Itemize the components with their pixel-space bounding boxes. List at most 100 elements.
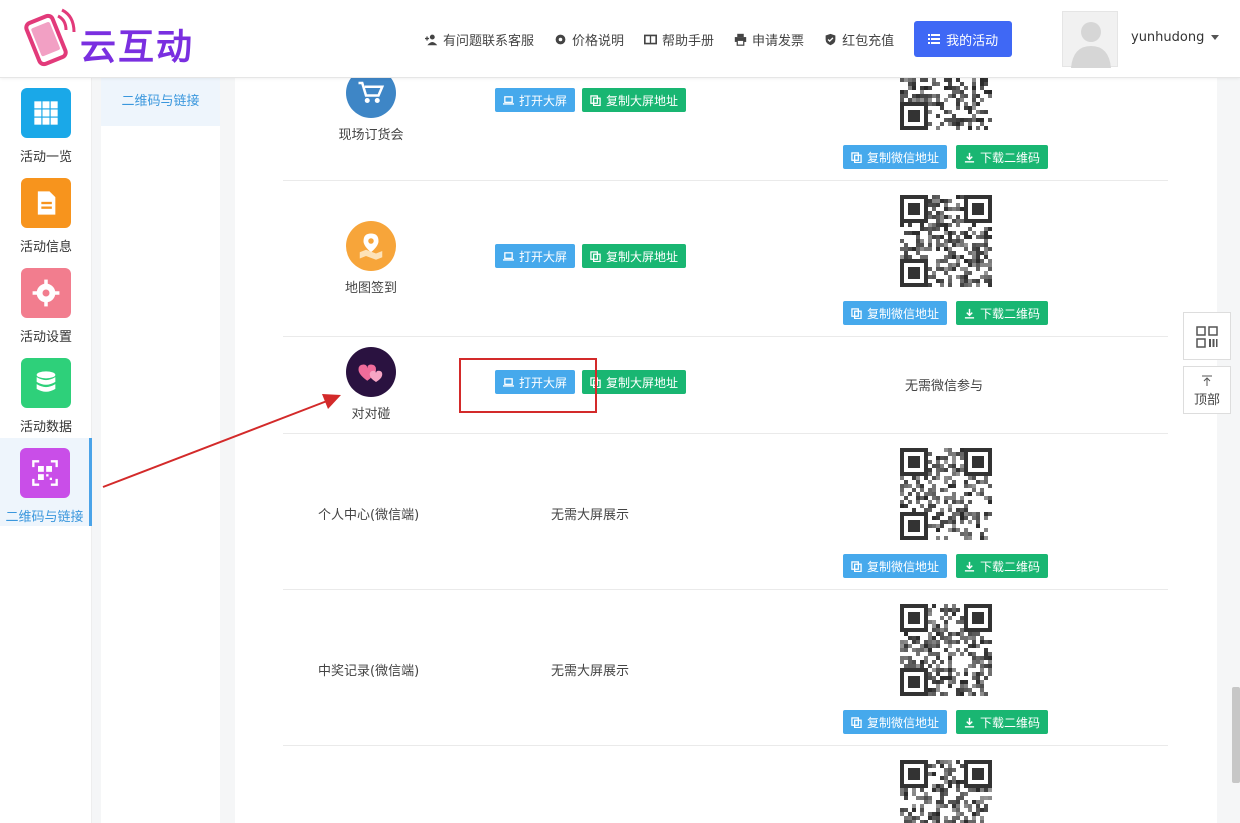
logo-text: 云互动 bbox=[80, 27, 195, 68]
my-activity-button[interactable]: 我的活动 bbox=[914, 21, 1013, 57]
copy-icon bbox=[851, 560, 862, 572]
subnav-item-qrcode[interactable]: 二维码与链接 bbox=[101, 78, 220, 126]
button-label: 复制微信地址 bbox=[867, 559, 940, 574]
sidebar-item-info[interactable]: 活动信息 bbox=[0, 168, 92, 256]
table-row: 中奖记录(微信端) 无需大屏展示 复制微信地址 下载二维码 bbox=[283, 590, 1168, 746]
qrcode-image bbox=[900, 78, 992, 130]
button-label: 下载二维码 bbox=[980, 150, 1041, 165]
avatar[interactable] bbox=[1062, 11, 1118, 68]
qrcode-icon bbox=[1196, 326, 1218, 348]
no-screen-text: 无需大屏展示 bbox=[551, 664, 630, 679]
copy-wechat-url-button[interactable]: 复制微信地址 bbox=[843, 145, 948, 169]
button-label: 复制大屏地址 bbox=[606, 375, 679, 390]
copy-icon bbox=[590, 94, 601, 106]
nav-label: 价格说明 bbox=[572, 33, 625, 49]
download-qrcode-button[interactable]: 下载二维码 bbox=[956, 301, 1049, 325]
table-row: 个人中心(微信端) 无需大屏展示 复制微信地址 下载二维码 bbox=[283, 434, 1168, 590]
qrcode-image bbox=[900, 448, 992, 540]
copy-screen-url-button[interactable]: 复制大屏地址 bbox=[582, 244, 687, 268]
sidebar-item-data[interactable]: 活动数据 bbox=[0, 348, 92, 436]
copy-icon bbox=[851, 307, 862, 319]
nav-invoice[interactable]: 申请发票 bbox=[734, 30, 804, 49]
download-icon bbox=[964, 561, 975, 572]
row-name-cell: 地图签到 bbox=[283, 221, 459, 296]
grid-icon bbox=[21, 88, 71, 138]
top-nav: 有问题联系客服 价格说明 帮助手册 申请发票 红包充值 我的活动 bbox=[425, 0, 1013, 78]
button-label: 下载二维码 bbox=[980, 715, 1041, 730]
nav-label: 红包充值 bbox=[842, 33, 895, 49]
sidebar-item-label: 活动一览 bbox=[19, 150, 72, 165]
download-qrcode-button[interactable]: 下载二维码 bbox=[956, 145, 1049, 169]
qrcode-icon bbox=[19, 448, 70, 498]
download-qrcode-button[interactable]: 下载二维码 bbox=[956, 710, 1049, 734]
open-screen-button[interactable]: 打开大屏 bbox=[495, 88, 576, 112]
copy-icon bbox=[590, 250, 601, 262]
button-label: 打开大屏 bbox=[519, 249, 568, 264]
row-name: 个人中心(微信端) bbox=[318, 508, 420, 523]
download-qrcode-button[interactable]: 下载二维码 bbox=[956, 554, 1049, 578]
sidebar-item-settings[interactable]: 活动设置 bbox=[0, 258, 92, 346]
qrcode-link-table: 现场订货会 打开大屏 复制大屏地址 复制微信地址 下载二维码 地图签到 打开大屏… bbox=[235, 78, 1217, 823]
button-label: 复制大屏地址 bbox=[606, 249, 679, 264]
shield-icon bbox=[825, 33, 836, 45]
button-label: 复制微信地址 bbox=[867, 150, 940, 165]
my-activity-label: 我的活动 bbox=[946, 33, 999, 49]
sidebar-item-label: 二维码与链接 bbox=[5, 510, 84, 525]
qrcode-float-button[interactable] bbox=[1183, 312, 1231, 360]
sub-nav: 二维码与链接 bbox=[101, 78, 220, 823]
sidebar: 活动一览 活动信息 活动设置 活动数据 二维码与链接 bbox=[0, 78, 92, 823]
nav-help-manual[interactable]: 帮助手册 bbox=[644, 30, 714, 49]
user-menu[interactable]: yunhudong bbox=[1131, 30, 1220, 45]
back-to-top-label: 顶部 bbox=[1193, 393, 1220, 408]
username: yunhudong bbox=[1131, 30, 1205, 45]
download-icon bbox=[964, 152, 975, 163]
qrcode-image bbox=[900, 604, 992, 696]
row-name: 中奖记录(微信端) bbox=[318, 664, 420, 679]
button-label: 复制微信地址 bbox=[867, 306, 940, 321]
no-screen-text: 无需大屏展示 bbox=[551, 508, 630, 523]
copy-icon bbox=[851, 151, 862, 163]
copy-icon bbox=[851, 716, 862, 728]
no-wechat-text: 无需微信参与 bbox=[905, 379, 984, 394]
row-name: 现场订货会 bbox=[338, 128, 404, 143]
button-label: 下载二维码 bbox=[980, 306, 1041, 321]
back-to-top-button[interactable]: 顶部 bbox=[1183, 366, 1231, 414]
copy-wechat-url-button[interactable]: 复制微信地址 bbox=[843, 301, 948, 325]
add-user-icon bbox=[425, 34, 438, 45]
top-header: 云互动 有问题联系客服 价格说明 帮助手册 申请发票 红包充值 我的活动 yun… bbox=[0, 0, 1240, 78]
button-label: 下载二维码 bbox=[980, 559, 1041, 574]
highlight-box bbox=[459, 358, 597, 413]
document-icon bbox=[21, 178, 71, 228]
printer-icon bbox=[734, 33, 747, 46]
sidebar-item-label: 活动信息 bbox=[19, 240, 72, 255]
phone-logo-icon bbox=[24, 8, 76, 67]
table-row: 现场订货会 打开大屏 复制大屏地址 复制微信地址 下载二维码 bbox=[283, 78, 1168, 181]
button-label: 打开大屏 bbox=[519, 93, 568, 108]
sidebar-item-qrcode[interactable]: 二维码与链接 bbox=[0, 438, 92, 526]
nav-contact-support[interactable]: 有问题联系客服 bbox=[425, 30, 534, 49]
nav-label: 帮助手册 bbox=[662, 33, 715, 49]
nav-red-packet[interactable]: 红包充值 bbox=[824, 30, 894, 49]
gear-icon bbox=[21, 268, 71, 318]
sidebar-item-label: 活动设置 bbox=[19, 330, 72, 345]
qrcode-image bbox=[900, 760, 992, 823]
copy-wechat-url-button[interactable]: 复制微信地址 bbox=[843, 710, 948, 734]
copy-wechat-url-button[interactable]: 复制微信地址 bbox=[843, 554, 948, 578]
copy-screen-url-button[interactable]: 复制大屏地址 bbox=[582, 88, 687, 112]
nav-label: 有问题联系客服 bbox=[443, 33, 535, 49]
page-scrollbar[interactable] bbox=[1232, 687, 1240, 783]
nav-pricing[interactable]: 价格说明 bbox=[554, 30, 624, 49]
hearts-icon bbox=[346, 347, 396, 397]
sidebar-item-overview[interactable]: 活动一览 bbox=[0, 78, 92, 166]
list-icon bbox=[928, 34, 941, 44]
row-name: 地图签到 bbox=[344, 281, 397, 296]
arrow-up-icon bbox=[1202, 375, 1212, 386]
laptop-icon bbox=[503, 251, 514, 261]
copy-screen-url-button[interactable]: 复制大屏地址 bbox=[582, 370, 687, 394]
caret-down-icon bbox=[1211, 35, 1220, 40]
open-screen-button[interactable]: 打开大屏 bbox=[495, 244, 576, 268]
gear-icon bbox=[555, 34, 566, 44]
download-icon bbox=[964, 308, 975, 319]
brand-logo[interactable]: 云互动 bbox=[18, 8, 228, 70]
row-name: 对对碰 bbox=[351, 407, 391, 422]
